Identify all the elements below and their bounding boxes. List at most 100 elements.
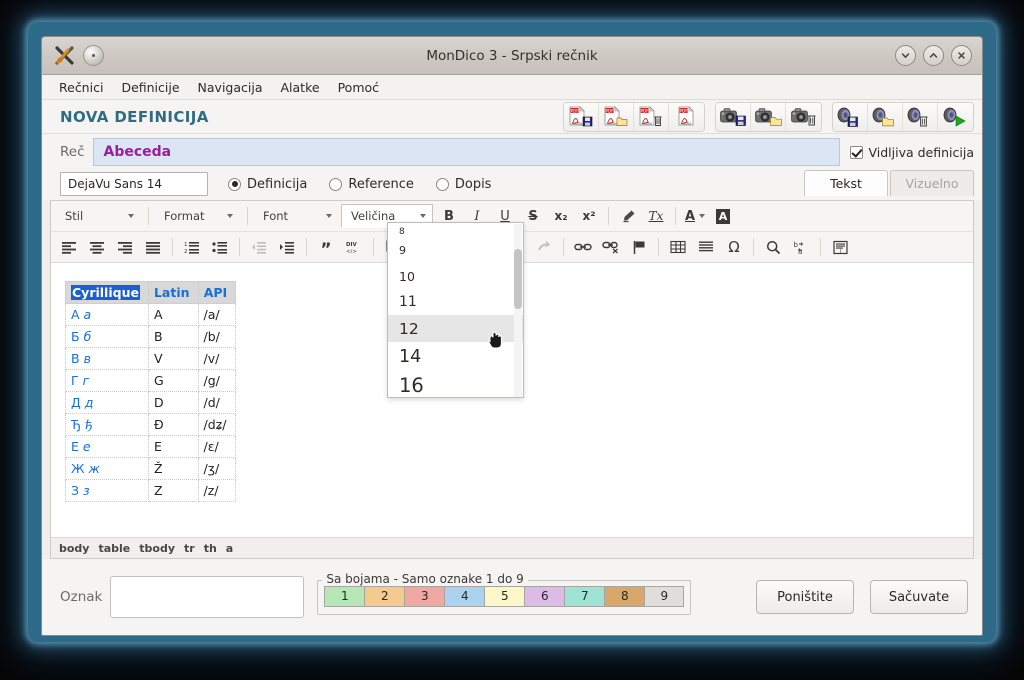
menu-item-pomoc[interactable]: Pomoć bbox=[329, 77, 388, 98]
camera-save-icon[interactable] bbox=[716, 103, 751, 131]
special-character-omega-icon[interactable]: Ω bbox=[720, 234, 748, 260]
table-header-api[interactable]: API bbox=[197, 281, 237, 304]
color-tag-8[interactable]: 8 bbox=[604, 585, 645, 607]
ordered-list-icon[interactable]: 12 bbox=[178, 234, 206, 260]
background-color-icon[interactable]: A bbox=[709, 203, 737, 229]
format-dropdown[interactable]: Format bbox=[154, 204, 240, 228]
camera-delete-icon[interactable] bbox=[786, 103, 821, 131]
font-selector-input[interactable]: DejaVu Sans 14 bbox=[60, 172, 208, 196]
cell-cyrillic[interactable]: Ж ж bbox=[65, 457, 149, 480]
redo-icon[interactable] bbox=[530, 234, 558, 260]
show-blocks-icon[interactable]: I bbox=[826, 234, 854, 260]
header-band: NOVA DEFINICIJA PDF Adobe PDF Adobe PDF … bbox=[42, 100, 982, 134]
size-option-8[interactable]: 8 bbox=[388, 223, 523, 237]
align-left-icon[interactable] bbox=[55, 234, 83, 260]
unordered-list-icon[interactable] bbox=[206, 234, 234, 260]
size-option-10[interactable]: 10 bbox=[388, 263, 523, 289]
window-menu-icon[interactable] bbox=[83, 45, 104, 66]
maximize-button[interactable] bbox=[923, 45, 944, 66]
cell-cyrillic[interactable]: З з bbox=[65, 479, 149, 502]
text-color-letter: A bbox=[684, 208, 696, 224]
close-button[interactable] bbox=[951, 45, 972, 66]
cancel-button[interactable]: Poništite bbox=[756, 580, 854, 614]
cell-cyrillic[interactable]: В в bbox=[65, 347, 149, 370]
cell-cyrillic[interactable]: Е е bbox=[65, 435, 149, 458]
link-icon[interactable] bbox=[569, 234, 597, 260]
color-tag-9[interactable]: 9 bbox=[644, 585, 685, 607]
size-option-12[interactable]: 12 bbox=[388, 315, 523, 342]
pdf-save-icon[interactable]: PDF Adobe bbox=[564, 103, 599, 131]
path-item-a[interactable]: a bbox=[226, 542, 233, 555]
save-button[interactable]: Sačuvate bbox=[870, 580, 968, 614]
style-dropdown[interactable]: Stil bbox=[55, 204, 141, 228]
replace-icon[interactable]: ba bbox=[787, 234, 815, 260]
pdf-icon[interactable]: PDF Adobe bbox=[669, 103, 704, 131]
sound-open-icon[interactable] bbox=[868, 103, 903, 131]
cell-cyrillic[interactable]: Ђ ђ bbox=[65, 413, 149, 436]
subscript-icon[interactable]: x₂ bbox=[547, 203, 575, 229]
word-input[interactable]: Abeceda bbox=[92, 138, 841, 166]
color-tag-6[interactable]: 6 bbox=[524, 585, 565, 607]
search-icon[interactable] bbox=[759, 234, 787, 260]
font-dropdown[interactable]: Font bbox=[253, 204, 339, 228]
tab-tekst[interactable]: Tekst bbox=[804, 170, 888, 196]
superscript-icon[interactable]: x² bbox=[575, 203, 603, 229]
radio-reference[interactable]: Reference bbox=[329, 177, 414, 192]
size-option-9[interactable]: 9 bbox=[388, 237, 523, 263]
color-tag-1[interactable]: 1 bbox=[324, 585, 365, 607]
pdf-open-icon[interactable]: PDF Adobe bbox=[599, 103, 634, 131]
path-item-body[interactable]: body bbox=[59, 542, 89, 555]
path-item-tr[interactable]: tr bbox=[184, 542, 195, 555]
table-header-latin[interactable]: Latin bbox=[147, 281, 199, 304]
text-color-icon[interactable]: A bbox=[681, 203, 709, 229]
anchor-flag-icon[interactable] bbox=[625, 234, 653, 260]
align-justify-icon[interactable] bbox=[139, 234, 167, 260]
table-icon[interactable] bbox=[664, 234, 692, 260]
unlink-icon[interactable] bbox=[597, 234, 625, 260]
path-item-table[interactable]: table bbox=[98, 542, 130, 555]
cell-cyrillic[interactable]: Б б bbox=[65, 325, 149, 348]
cell-cyrillic[interactable]: А а bbox=[65, 303, 149, 326]
align-right-icon[interactable] bbox=[111, 234, 139, 260]
tab-vizuelno[interactable]: Vizuelno bbox=[890, 170, 974, 196]
color-tag-2[interactable]: 2 bbox=[364, 585, 405, 607]
clear-formatting-icon[interactable]: Tx bbox=[642, 203, 670, 229]
table-header-cyrillique[interactable]: Cyrillique bbox=[65, 281, 149, 304]
camera-open-icon[interactable] bbox=[751, 103, 786, 131]
sound-save-icon[interactable] bbox=[833, 103, 868, 131]
color-tag-5[interactable]: 5 bbox=[484, 585, 525, 607]
menu-item-definicije[interactable]: Definicije bbox=[112, 77, 188, 98]
dropdown-scrollbar-thumb[interactable] bbox=[514, 249, 522, 309]
color-tags-legend: Sa bojama - Samo oznake 1 do 9 bbox=[322, 571, 528, 586]
minimize-button[interactable] bbox=[895, 45, 916, 66]
radio-definicija[interactable]: Definicija bbox=[228, 177, 307, 192]
menu-item-navigacija[interactable]: Navigacija bbox=[189, 77, 272, 98]
size-option-16[interactable]: 16 bbox=[388, 371, 523, 397]
indent-icon[interactable] bbox=[273, 234, 301, 260]
tag-input[interactable] bbox=[110, 576, 305, 618]
color-tag-4[interactable]: 4 bbox=[444, 585, 485, 607]
path-item-th[interactable]: th bbox=[204, 542, 217, 555]
align-center-icon[interactable] bbox=[83, 234, 111, 260]
menu-item-alatke[interactable]: Alatke bbox=[272, 77, 329, 98]
outdent-icon[interactable] bbox=[245, 234, 273, 260]
chevron-down-icon bbox=[420, 214, 426, 218]
color-tag-7[interactable]: 7 bbox=[564, 585, 605, 607]
size-option-14[interactable]: 14 bbox=[388, 342, 523, 371]
sound-play-icon[interactable] bbox=[938, 103, 973, 131]
pdf-delete-icon[interactable]: PDF Adobe bbox=[634, 103, 669, 131]
menu-item-recnici[interactable]: Rečnici bbox=[50, 77, 112, 98]
visible-definition-checkbox[interactable]: Vidljiva definicija bbox=[840, 138, 974, 166]
div-container-icon[interactable]: DIV </> bbox=[340, 234, 368, 260]
radio-dopis[interactable]: Dopis bbox=[435, 177, 491, 192]
blockquote-icon[interactable]: ” bbox=[312, 234, 340, 260]
cell-cyrillic[interactable]: Г г bbox=[65, 369, 149, 392]
color-tag-3[interactable]: 3 bbox=[404, 585, 445, 607]
size-option-11[interactable]: 11 bbox=[388, 289, 523, 315]
path-item-tbody[interactable]: tbody bbox=[139, 542, 175, 555]
remove-format-brush-icon[interactable] bbox=[614, 203, 642, 229]
horizontal-rule-icon[interactable] bbox=[692, 234, 720, 260]
cell-cyrillic[interactable]: Д д bbox=[65, 391, 149, 414]
sound-delete-icon[interactable] bbox=[903, 103, 938, 131]
font-size-dropdown[interactable]: 8 9 10 11 12 14 16 bbox=[387, 222, 524, 398]
